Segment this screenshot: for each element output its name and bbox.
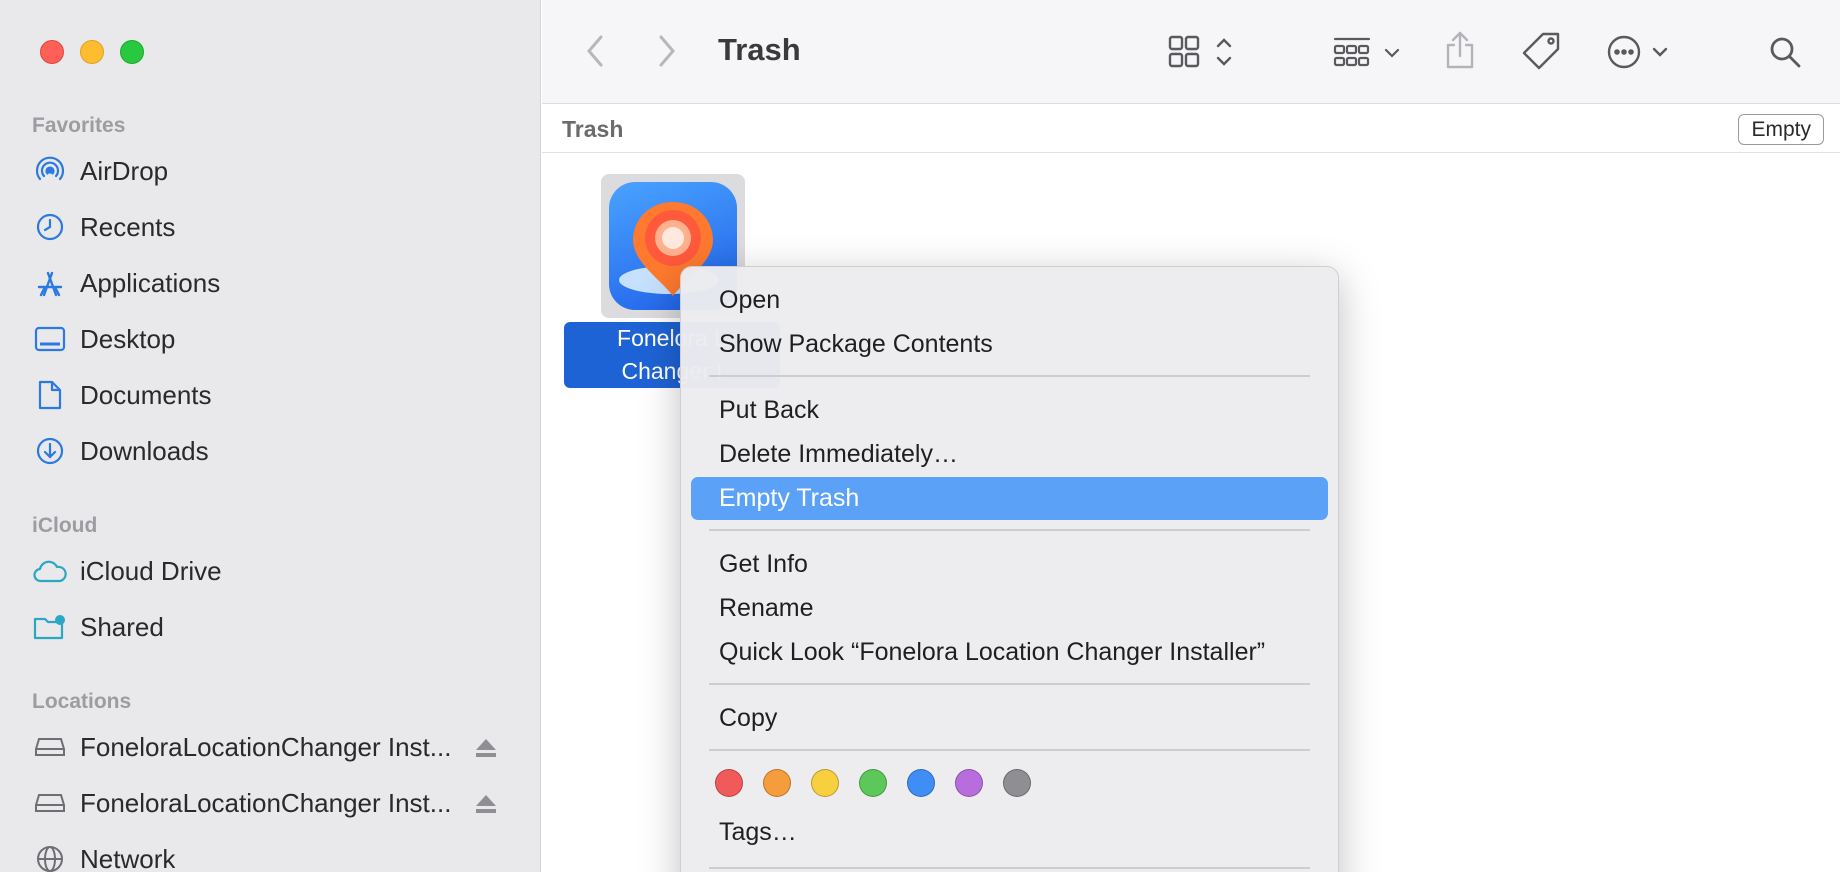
disk-icon — [32, 785, 68, 821]
menu-item-delete-immediately[interactable]: Delete Immediately… — [691, 433, 1328, 476]
applications-icon — [32, 265, 68, 301]
menu-separator — [709, 749, 1310, 751]
menu-item-show-package-contents[interactable]: Show Package Contents — [691, 323, 1328, 366]
download-icon — [32, 433, 68, 469]
more-actions-button[interactable] — [1606, 32, 1678, 72]
sidebar-section-icloud: iCloud — [32, 514, 98, 537]
menu-separator — [709, 683, 1310, 685]
tag-orange-dot[interactable] — [763, 769, 791, 797]
sidebar-item-label: Downloads — [80, 435, 209, 466]
tag-purple-dot[interactable] — [955, 769, 983, 797]
sidebar-item-downloads[interactable]: Downloads — [32, 431, 512, 471]
airdrop-icon — [32, 153, 68, 189]
tag-gray-dot[interactable] — [1003, 769, 1031, 797]
sidebar-item-label: Shared — [80, 611, 164, 642]
menu-separator — [709, 375, 1310, 377]
share-button[interactable] — [1442, 28, 1478, 72]
tag-icon — [1522, 32, 1560, 70]
window-title: Trash — [718, 32, 801, 67]
zoom-window-button[interactable] — [120, 40, 144, 64]
path-bar: Trash Empty — [542, 105, 1840, 153]
search-button[interactable] — [1766, 32, 1804, 72]
document-icon — [32, 377, 68, 413]
clock-icon — [32, 209, 68, 245]
sidebar-item-network[interactable]: Network — [32, 839, 512, 872]
cloud-icon — [32, 553, 68, 589]
network-icon — [32, 841, 68, 872]
sidebar-item-shared[interactable]: Shared — [32, 607, 512, 647]
close-window-button[interactable] — [40, 40, 64, 64]
menu-item-copy[interactable]: Copy — [691, 697, 1328, 740]
sidebar: Favorites AirDrop Recents Applications D… — [0, 0, 541, 872]
minimize-window-button[interactable] — [80, 40, 104, 64]
search-icon — [1770, 37, 1801, 68]
sidebar-item-label: iCloud Drive — [80, 555, 222, 586]
sidebar-item-documents[interactable]: Documents — [32, 375, 512, 415]
toolbar: Trash — [542, 0, 1840, 104]
back-button[interactable] — [580, 32, 610, 70]
sidebar-section-favorites: Favorites — [32, 114, 126, 137]
tags-button[interactable] — [1520, 30, 1562, 72]
menu-item-get-info[interactable]: Get Info — [691, 543, 1328, 586]
menu-separator — [709, 867, 1310, 869]
sidebar-item-label: FoneloraLocationChanger Inst... — [80, 787, 452, 818]
desktop-icon — [32, 321, 68, 357]
window-controls — [40, 40, 144, 64]
menu-item-tags[interactable]: Tags… — [691, 811, 1328, 854]
sidebar-item-label: Documents — [80, 379, 212, 410]
menu-separator — [709, 529, 1310, 531]
sidebar-item-applications[interactable]: Applications — [32, 263, 512, 303]
sidebar-item-label: FoneloraLocationChanger Inst... — [80, 731, 452, 762]
tag-yellow-dot[interactable] — [811, 769, 839, 797]
group-by-button[interactable] — [1332, 32, 1406, 72]
tag-green-dot[interactable] — [859, 769, 887, 797]
menu-item-open[interactable]: Open — [691, 279, 1328, 322]
view-mode-button[interactable] — [1168, 32, 1240, 72]
tag-color-picker — [715, 769, 1031, 797]
menu-item-rename[interactable]: Rename — [691, 587, 1328, 630]
path-bar-title: Trash — [562, 116, 624, 142]
tag-blue-dot[interactable] — [907, 769, 935, 797]
sidebar-section-locations: Locations — [32, 690, 132, 713]
eject-icon[interactable] — [474, 735, 502, 759]
sidebar-item-disk-1[interactable]: FoneloraLocationChanger Inst... — [32, 727, 512, 767]
eject-icon[interactable] — [474, 791, 502, 815]
menu-item-put-back[interactable]: Put Back — [691, 389, 1328, 432]
menu-item-quick-look[interactable]: Quick Look “Fonelora Location Changer In… — [691, 631, 1328, 674]
sidebar-item-label: Network — [80, 843, 176, 872]
sidebar-item-airdrop[interactable]: AirDrop — [32, 151, 512, 191]
chevron-right-icon — [659, 35, 675, 67]
chevron-left-icon — [587, 35, 603, 67]
sidebar-item-recents[interactable]: Recents — [32, 207, 512, 247]
disk-icon — [32, 729, 68, 765]
context-menu: Open Show Package Contents Put Back Dele… — [680, 266, 1339, 872]
tag-red-dot[interactable] — [715, 769, 743, 797]
sidebar-item-disk-2[interactable]: FoneloraLocationChanger Inst... — [32, 783, 512, 823]
sidebar-item-icloud-drive[interactable]: iCloud Drive — [32, 551, 512, 591]
empty-trash-button[interactable]: Empty — [1738, 114, 1824, 145]
group-icon — [1333, 37, 1400, 67]
sidebar-item-label: Recents — [80, 211, 176, 242]
sidebar-item-label: AirDrop — [80, 155, 169, 186]
share-icon — [1446, 31, 1474, 69]
sidebar-item-desktop[interactable]: Desktop — [32, 319, 512, 359]
sidebar-item-label: Desktop — [80, 323, 176, 354]
icon-grid-icon — [1168, 35, 1232, 68]
ellipsis-circle-icon — [1607, 35, 1668, 69]
menu-item-empty-trash[interactable]: Empty Trash — [691, 477, 1328, 520]
forward-button[interactable] — [652, 32, 682, 70]
shared-folder-icon — [32, 609, 68, 645]
sidebar-item-label: Applications — [80, 267, 221, 298]
